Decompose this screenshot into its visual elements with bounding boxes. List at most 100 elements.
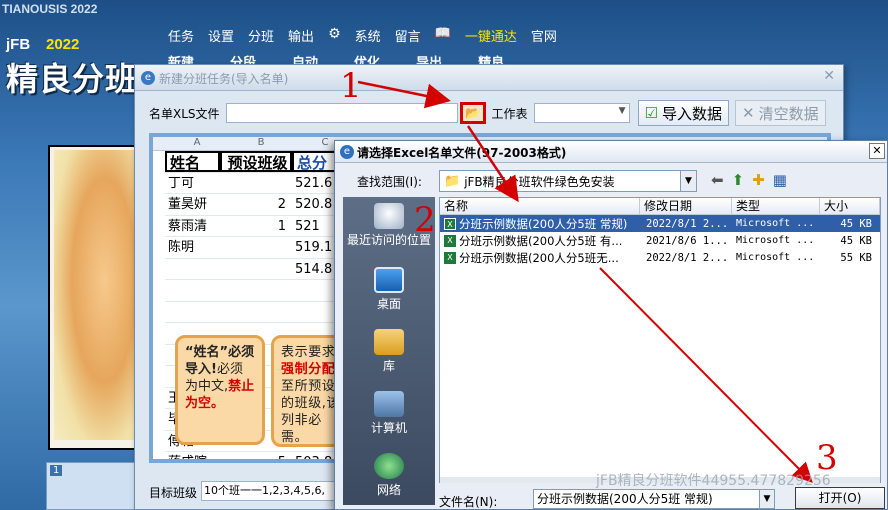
clear-data-button[interactable]: ✕ 清空数据 (735, 100, 826, 126)
sheet-row[interactable]: 董昊妍 2 520.8 (165, 194, 338, 216)
file-name-input[interactable]: 分班示例数据(200人分5班 常规) ▼ (533, 489, 775, 509)
file-list[interactable]: 名称 修改日期 类型 大小 X 分班示例数据(200人分5班 常规) 2022/8/… (439, 197, 881, 483)
column-type[interactable]: 类型 (732, 198, 820, 214)
place-desktop[interactable]: 桌面 (343, 267, 435, 312)
header-name: 姓名 (165, 151, 220, 172)
xls-file-label: 名单XLS文件 (149, 106, 220, 121)
browse-button[interactable]: 📂 (459, 102, 486, 124)
menu-message[interactable]: 留言 (395, 26, 421, 45)
sheet-cell: 519.1 (295, 240, 333, 255)
close-icon[interactable]: ✕ (823, 68, 835, 84)
column-date[interactable]: 修改日期 (640, 198, 732, 214)
file-type-cell: Microsoft ... (736, 218, 815, 229)
file-size-cell: 55 KB (840, 251, 872, 264)
menu-bar: 任务 设置 分班 输出 ⚙ 系统 留言 📖 一键通达 官网 (168, 26, 557, 45)
sheet-row[interactable]: 蔡雨清 1 521 (165, 216, 338, 237)
computer-icon (374, 391, 404, 417)
callout-class-part2: 强制分配 (281, 362, 336, 377)
column-name[interactable]: 名称 (440, 198, 640, 214)
file-name-text: 分班示例数据(200人分5班无... (459, 250, 619, 265)
place-computer[interactable]: 计算机 (343, 391, 435, 436)
file-name-value: 分班示例数据(200人分5班 常规) (537, 492, 713, 506)
folder-icon: 📁 (444, 173, 461, 189)
sheet-cell: 514.8 (295, 261, 333, 277)
sheet-row[interactable] (165, 302, 338, 323)
sheet-cell: 2 (277, 197, 286, 212)
menu-settings[interactable]: 设置 (208, 26, 234, 45)
clear-icon: ✕ (742, 104, 755, 122)
sheet-row[interactable]: 陈明 519.1 (165, 237, 338, 259)
step-number-1: 1 (340, 66, 362, 106)
chevron-down-icon[interactable]: ▼ (759, 490, 774, 508)
header-total: 总分 (292, 151, 338, 172)
sheet-cell (165, 280, 220, 301)
sheet-cell: 陈明 (168, 240, 195, 255)
sheet-cell (220, 237, 292, 258)
new-folder-icon[interactable]: ✚ (752, 171, 765, 189)
sheet-cell: 520.8 (295, 197, 333, 212)
file-name-label: 文件名(N): (439, 495, 498, 509)
sheet-cell: 董昊妍 (168, 197, 208, 212)
file-date-cell: 2022/8/1 2... (646, 251, 729, 264)
import-data-button[interactable]: ☑ 导入数据 (637, 100, 730, 126)
brand-year: 2022 (46, 36, 80, 53)
file-size-cell: 45 KB (840, 234, 872, 247)
network-icon (374, 453, 404, 479)
side-photo (54, 150, 138, 440)
thumbnail-number: 1 (50, 465, 63, 476)
sheet-cell (165, 259, 220, 280)
checkbox-icon: ☑ (644, 104, 658, 122)
sheet-row[interactable] (165, 280, 338, 302)
menu-system[interactable]: 系统 (355, 26, 381, 45)
menu-output[interactable]: 输出 (288, 26, 314, 45)
look-in-select[interactable]: 📁 jFB精良分班软件绿色免安装 ▼ (439, 170, 697, 192)
step-number-2: 2 (414, 200, 436, 240)
sheet-cell: 蒋成暄 (168, 455, 208, 463)
column-size[interactable]: 大小 (820, 198, 880, 214)
file-rows: X 分班示例数据(200人分5班 常规) 2022/8/1 2... Microsof… (440, 215, 880, 266)
xls-file-input[interactable] (225, 103, 458, 123)
back-icon[interactable]: ⬅ (711, 171, 724, 189)
menu-official-site[interactable]: 官网 (531, 26, 557, 45)
side-thumbnail[interactable]: 1 (46, 462, 136, 510)
place-network[interactable]: 网络 (343, 453, 435, 498)
target-class-input[interactable]: 10个班一一1,2,3,4,5,6, (201, 481, 341, 501)
look-in-value: jFB精良分班软件绿色免安装 (464, 174, 615, 189)
sheet-header-row: 姓名 预设班级 总分 (165, 151, 338, 173)
desktop-icon (374, 267, 404, 293)
file-dialog-titlebar[interactable]: e 请选择Excel名单文件(97-2003格式) ✕ (335, 141, 887, 163)
file-row[interactable]: X 分班示例数据(200人分5班无... 2022/8/1 2... Microsof… (440, 249, 880, 266)
sheet-cell (292, 280, 338, 301)
chevron-down-icon: ▼ (618, 106, 626, 116)
sheet-cell (220, 302, 292, 323)
brand-title: 精良分班 (6, 60, 139, 98)
sheet-row[interactable]: 丁可 521.6 (165, 173, 338, 194)
file-row[interactable]: X 分班示例数据(200人分5班 常规) 2022/8/1 2... Microsof… (440, 215, 880, 232)
sheet-cell (165, 302, 220, 323)
sheet-row[interactable]: 514.8 (165, 259, 338, 280)
menu-class[interactable]: 分班 (248, 26, 274, 45)
task-dialog-title: 新建分班任务(导入名单) (159, 72, 289, 86)
open-button[interactable]: 打开(O) (795, 487, 885, 509)
chevron-down-icon[interactable]: ▼ (680, 171, 696, 191)
up-folder-icon[interactable]: ⬆ (732, 171, 745, 189)
task-dialog-titlebar[interactable]: e 新建分班任务(导入名单) ✕ (135, 65, 843, 91)
worksheet-label: 工作表 (491, 106, 528, 121)
file-name-text: 分班示例数据(200人分5班 有... (459, 233, 623, 248)
sheet-cell: 503.8 (295, 455, 333, 463)
menu-quick-access[interactable]: 一键通达 (465, 26, 517, 45)
file-list-header: 名称 修改日期 类型 大小 (440, 198, 880, 215)
places-bar: 最近访问的位置 桌面 库 计算机 网络 (343, 197, 435, 505)
sheet-cell: 1 (277, 218, 286, 234)
menu-task[interactable]: 任务 (168, 26, 194, 45)
sheet-cell: 521 (295, 218, 320, 234)
worksheet-select[interactable]: ▼ (533, 103, 630, 123)
book-icon: 📖 (434, 26, 451, 41)
place-library[interactable]: 库 (343, 329, 435, 374)
close-icon[interactable]: ✕ (869, 143, 885, 159)
file-row[interactable]: X 分班示例数据(200人分5班 有... 2021/8/6 1... Microso… (440, 232, 880, 249)
view-menu-icon[interactable]: ▦ (773, 171, 787, 189)
sheet-row[interactable]: 蒋成暄 5 503.8 (165, 452, 338, 463)
place-library-label: 库 (382, 359, 395, 373)
column-letter: B (257, 137, 265, 148)
